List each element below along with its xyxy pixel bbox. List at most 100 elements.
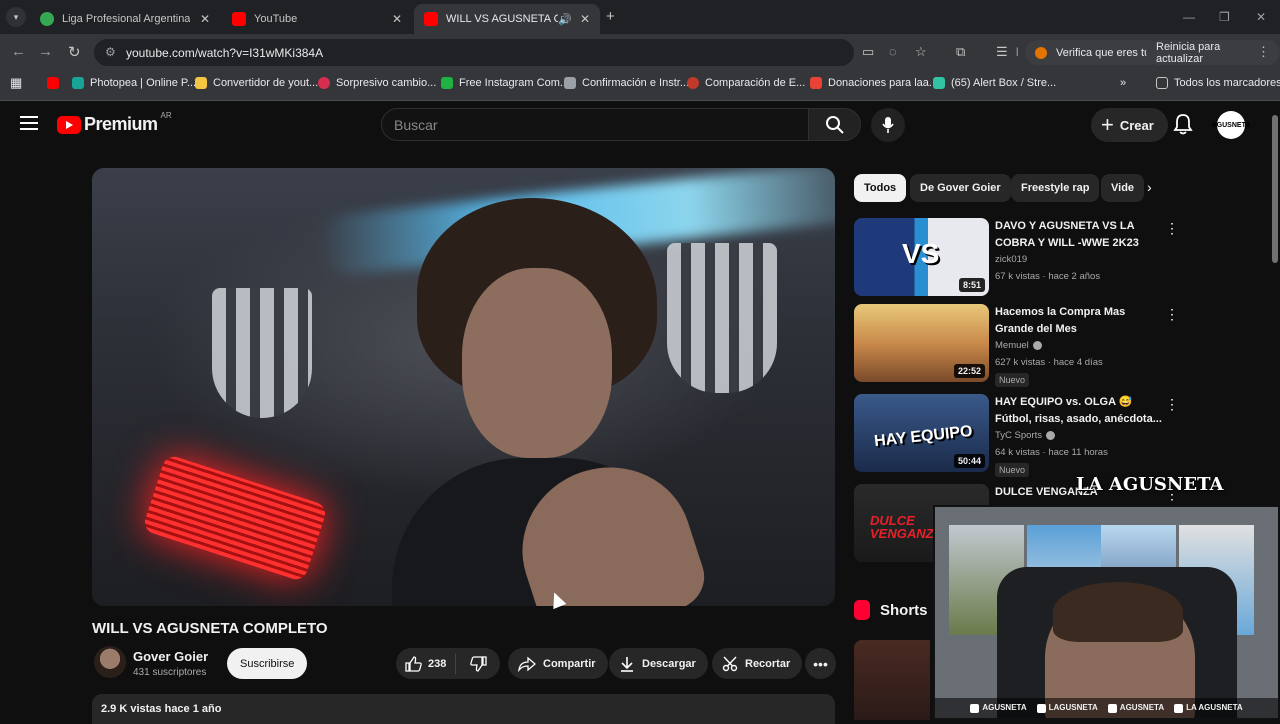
eye-off-icon[interactable]: ◌	[889, 44, 897, 59]
video-player[interactable]	[92, 168, 835, 606]
chip-de-gover-goier[interactable]: De Gover Goier	[910, 174, 1011, 202]
chip-todos[interactable]: Todos	[854, 174, 907, 202]
recommended-video[interactable]: 22:52 Hacemos la Compra Mas Grande del M…	[854, 304, 1184, 387]
cast-icon[interactable]: ▭	[862, 44, 874, 60]
club-crest-left	[212, 288, 312, 418]
bookmark-label: Photopea | Online P...	[90, 77, 197, 89]
search-input[interactable]	[394, 116, 808, 133]
shorts-icon	[854, 600, 870, 620]
voice-search-button[interactable]	[871, 108, 905, 142]
video-thumbnail[interactable]: VS 8:51	[854, 218, 989, 296]
notifications-bell-icon[interactable]	[1173, 113, 1193, 140]
new-badge: Nuevo	[995, 373, 1030, 387]
channel-avatar[interactable]	[94, 646, 126, 678]
more-vert-icon[interactable]: ⋮	[1165, 306, 1179, 323]
close-tab-icon[interactable]: ✕	[200, 12, 210, 26]
channel-name[interactable]: Gover Goier	[133, 649, 208, 664]
search-button[interactable]	[809, 108, 861, 141]
download-button[interactable]: Descargar	[609, 648, 708, 679]
close-window-icon[interactable]: ✕	[1256, 10, 1266, 24]
video-title[interactable]: HAY EQUIPO vs. OLGA 😅 Fútbol, risas, asa…	[995, 394, 1165, 428]
reload-icon[interactable]: ↻	[68, 43, 81, 61]
share-button[interactable]: Compartir	[508, 648, 608, 679]
comparacion-favicon-icon	[687, 77, 699, 89]
scrollbar-thumb[interactable]	[1272, 115, 1278, 263]
back-icon[interactable]: ←	[11, 43, 26, 60]
forward-icon[interactable]: →	[38, 43, 53, 60]
verify-label: Verifica que eres tú	[1056, 46, 1151, 59]
new-tab-icon[interactable]: +	[606, 8, 615, 25]
close-tab-icon[interactable]: ✕	[580, 12, 590, 26]
shorts-label: Shorts	[880, 601, 928, 619]
address-bar[interactable]: ⚙ youtube.com/watch?v=I31wMKi384A	[94, 39, 854, 66]
more-bookmarks-icon[interactable]: »	[1120, 77, 1126, 89]
chip-freestyle-rap[interactable]: Freestyle rap	[1011, 174, 1100, 202]
more-vert-icon[interactable]: ⋮	[1165, 396, 1179, 413]
bookmark-label: Confirmación e Instr...	[582, 77, 689, 89]
browser-tab-liga[interactable]: Liga Profesional Argentina - P.C ✕	[30, 4, 220, 34]
channel-name[interactable]: zick019	[995, 254, 1027, 265]
liga-favicon-icon	[40, 12, 54, 26]
more-actions-icon[interactable]: •••	[805, 648, 836, 679]
browser-tab-youtube[interactable]: YouTube ✕	[222, 4, 412, 34]
bookmark-sorpresivo[interactable]: Sorpresivo cambio...	[318, 77, 436, 89]
short-thumbnail[interactable]	[854, 640, 930, 720]
channel-name[interactable]: TyC Sports	[995, 430, 1055, 441]
recommended-video[interactable]: VS 8:51 DAVO Y AGUSNETA VS LA COBRA Y WI…	[854, 218, 1184, 298]
bookmark-convertidor[interactable]: Convertidor de yout...	[195, 77, 318, 89]
bookmark-photopea[interactable]: Photopea | Online P...	[72, 77, 196, 89]
tab-search-icon[interactable]: ▾	[6, 7, 26, 27]
more-vert-icon[interactable]: ⋮	[1165, 220, 1179, 237]
speaker-icon[interactable]: 🔊	[558, 13, 572, 26]
recommended-video[interactable]: HAY EQUIPO 50:44 HAY EQUIPO vs. OLGA 😅 F…	[854, 394, 1184, 477]
browser-tab-current[interactable]: WILL VS AGUSNETA COMPL 🔊 ✕	[414, 4, 600, 34]
region-code: AR	[160, 111, 172, 120]
share-arrow-icon	[518, 656, 536, 672]
clip-button[interactable]: Recortar	[712, 648, 803, 679]
logo-text: Premium	[84, 114, 158, 134]
youtube-favicon-icon	[232, 12, 246, 26]
extensions-icon[interactable]: ⧉	[956, 44, 965, 60]
tab-title: Liga Profesional Argentina - P.C	[62, 13, 190, 25]
minimize-icon[interactable]: —	[1183, 10, 1195, 24]
youtube-premium-logo[interactable]: Premium AR	[57, 111, 172, 135]
folder-icon	[1156, 77, 1168, 89]
verify-identity-button[interactable]: Verifica que eres tú	[1025, 40, 1161, 65]
bookmark-alertbox[interactable]: (65) Alert Box / Stre...	[933, 77, 1056, 89]
bookmark-comparacion[interactable]: Comparación de E...	[687, 77, 805, 89]
account-avatar[interactable]: AGUSNETA	[1212, 111, 1250, 139]
chevron-right-icon[interactable]: ›	[1147, 179, 1152, 195]
x-handle: LAGUSNETA	[1036, 703, 1098, 713]
bookmark-instagram[interactable]: Free Instagram Com...	[441, 77, 569, 89]
like-button[interactable]: 238	[396, 653, 456, 674]
bookmark-label: Donaciones para laa...	[828, 77, 939, 89]
maximize-icon[interactable]: ❐	[1219, 10, 1230, 24]
bookmark-star-icon[interactable]: ☆	[915, 44, 927, 60]
download-icon	[621, 656, 633, 672]
channel-name[interactable]: Memuel	[995, 340, 1042, 351]
video-title[interactable]: DAVO Y AGUSNETA VS LA COBRA Y WILL -WWE …	[995, 218, 1165, 252]
bookmark-confirmacion[interactable]: Confirmación e Instr...	[564, 77, 689, 89]
bookmark-label: (65) Alert Box / Stre...	[951, 77, 1057, 89]
apps-grid-icon[interactable]: ▦	[10, 75, 22, 91]
chip-videos[interactable]: Vide	[1101, 174, 1145, 202]
confirmacion-favicon-icon	[564, 77, 576, 89]
menu-icon[interactable]	[20, 116, 38, 130]
handle-text: LA AGUSNETA	[1186, 703, 1243, 713]
browser-menu-icon[interactable]: ⋮	[1257, 44, 1270, 60]
site-info-icon[interactable]: ⚙	[105, 45, 116, 59]
bookmark-donaciones[interactable]: Donaciones para laa...	[810, 77, 938, 89]
youtube-favicon-icon	[424, 12, 438, 26]
close-tab-icon[interactable]: ✕	[392, 12, 402, 26]
subscribe-button[interactable]: Suscribirse	[227, 648, 308, 679]
bookmark-youtube[interactable]	[47, 77, 65, 89]
filter-chips: Todos De Gover Goier Freestyle rap Vide	[854, 174, 1164, 202]
all-bookmarks-folder[interactable]: Todos los marcadores	[1156, 77, 1280, 89]
youtube-header: Premium AR + Crear AGUSNETA	[0, 101, 1280, 149]
video-title[interactable]: Hacemos la Compra Mas Grande del Mes	[995, 304, 1165, 338]
dislike-button[interactable]	[456, 655, 500, 672]
video-thumbnail[interactable]: 22:52	[854, 304, 989, 382]
create-button[interactable]: + Crear	[1091, 108, 1168, 142]
video-thumbnail[interactable]: HAY EQUIPO 50:44	[854, 394, 989, 472]
reading-list-icon[interactable]: ☰	[996, 44, 1008, 60]
